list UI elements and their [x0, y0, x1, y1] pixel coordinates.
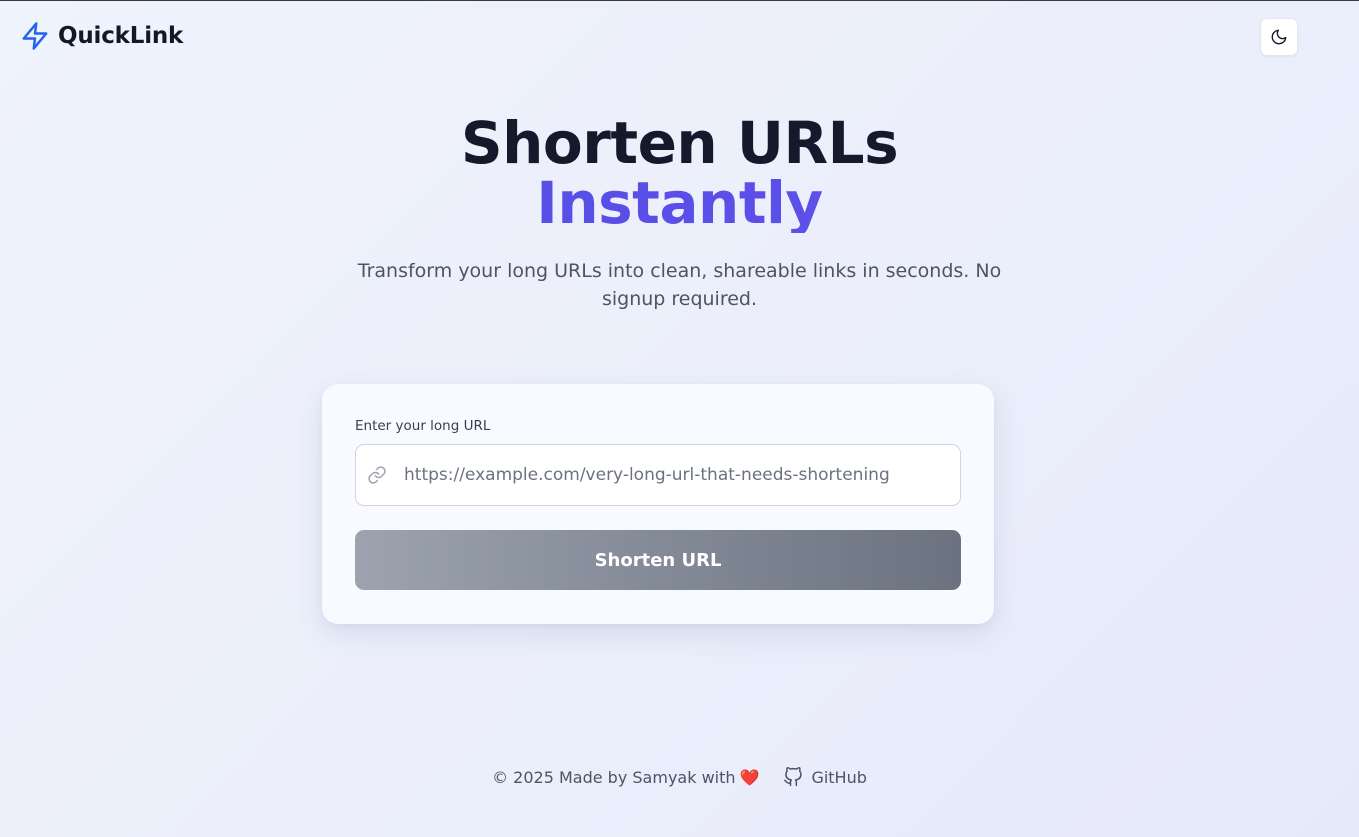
github-link-label: GitHub: [811, 767, 867, 787]
lightning-bolt-icon: [22, 22, 48, 50]
footer: © 2025 Made by Samyak with ❤️ GitHub: [0, 767, 1359, 787]
hero: Shorten URLs Instantly Transform your lo…: [0, 113, 1359, 313]
url-field-label: Enter your long URL: [355, 418, 491, 434]
hero-subtitle: Transform your long URLs into clean, sha…: [357, 260, 1002, 310]
url-input[interactable]: [404, 445, 954, 505]
github-icon: [784, 767, 803, 787]
hero-title-line1: Shorten URLs: [460, 109, 899, 177]
heart-icon: ❤️: [739, 767, 760, 787]
shorten-url-button[interactable]: Shorten URL: [355, 530, 961, 590]
theme-toggle-button[interactable]: [1260, 18, 1298, 56]
url-input-wrapper: [355, 444, 961, 506]
hero-title-accent: Instantly: [0, 173, 1359, 233]
link-icon: [368, 466, 386, 484]
hero-title: Shorten URLs Instantly: [0, 113, 1359, 233]
footer-credit-text: © 2025 Made by Samyak with: [492, 767, 736, 787]
brand[interactable]: QuickLink: [20, 21, 183, 51]
app-header: QuickLink: [0, 1, 1359, 73]
github-link[interactable]: GitHub: [783, 767, 867, 787]
brand-name: QuickLink: [58, 23, 184, 49]
moon-icon: [1271, 29, 1287, 45]
footer-credit: © 2025 Made by Samyak with ❤️: [492, 768, 759, 787]
shorten-form-card: Enter your long URL Shorten URL: [322, 384, 994, 624]
